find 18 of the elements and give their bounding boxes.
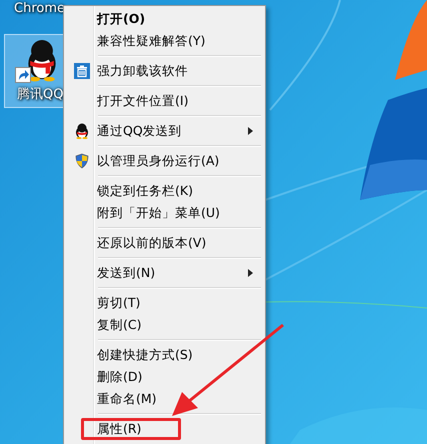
- menu-item[interactable]: 通过QQ发送到: [66, 120, 263, 142]
- penguin-icon: [74, 123, 90, 139]
- menu-item[interactable]: 还原以前的版本(V): [66, 232, 263, 254]
- trash-icon: [74, 63, 90, 79]
- menu-item[interactable]: 复制(C): [66, 314, 263, 336]
- shield-icon: [74, 153, 90, 169]
- submenu-arrow-icon: [248, 269, 253, 277]
- menu-item[interactable]: 打开(O): [66, 8, 263, 30]
- menu-item[interactable]: 以管理员身份运行(A): [66, 150, 263, 172]
- menu-item[interactable]: 剪切(T): [66, 292, 263, 314]
- menu-item[interactable]: 重命名(M): [66, 388, 263, 410]
- menu-item[interactable]: 删除(D): [66, 366, 263, 388]
- menu-item[interactable]: 发送到(N): [66, 262, 263, 284]
- menu-item[interactable]: 附到「开始」菜单(U): [66, 202, 263, 224]
- menu-item[interactable]: 创建快捷方式(S): [66, 344, 263, 366]
- submenu-arrow-icon: [248, 127, 253, 135]
- menu-item[interactable]: 锁定到任务栏(K): [66, 180, 263, 202]
- menu-item[interactable]: 属性(R): [81, 418, 181, 440]
